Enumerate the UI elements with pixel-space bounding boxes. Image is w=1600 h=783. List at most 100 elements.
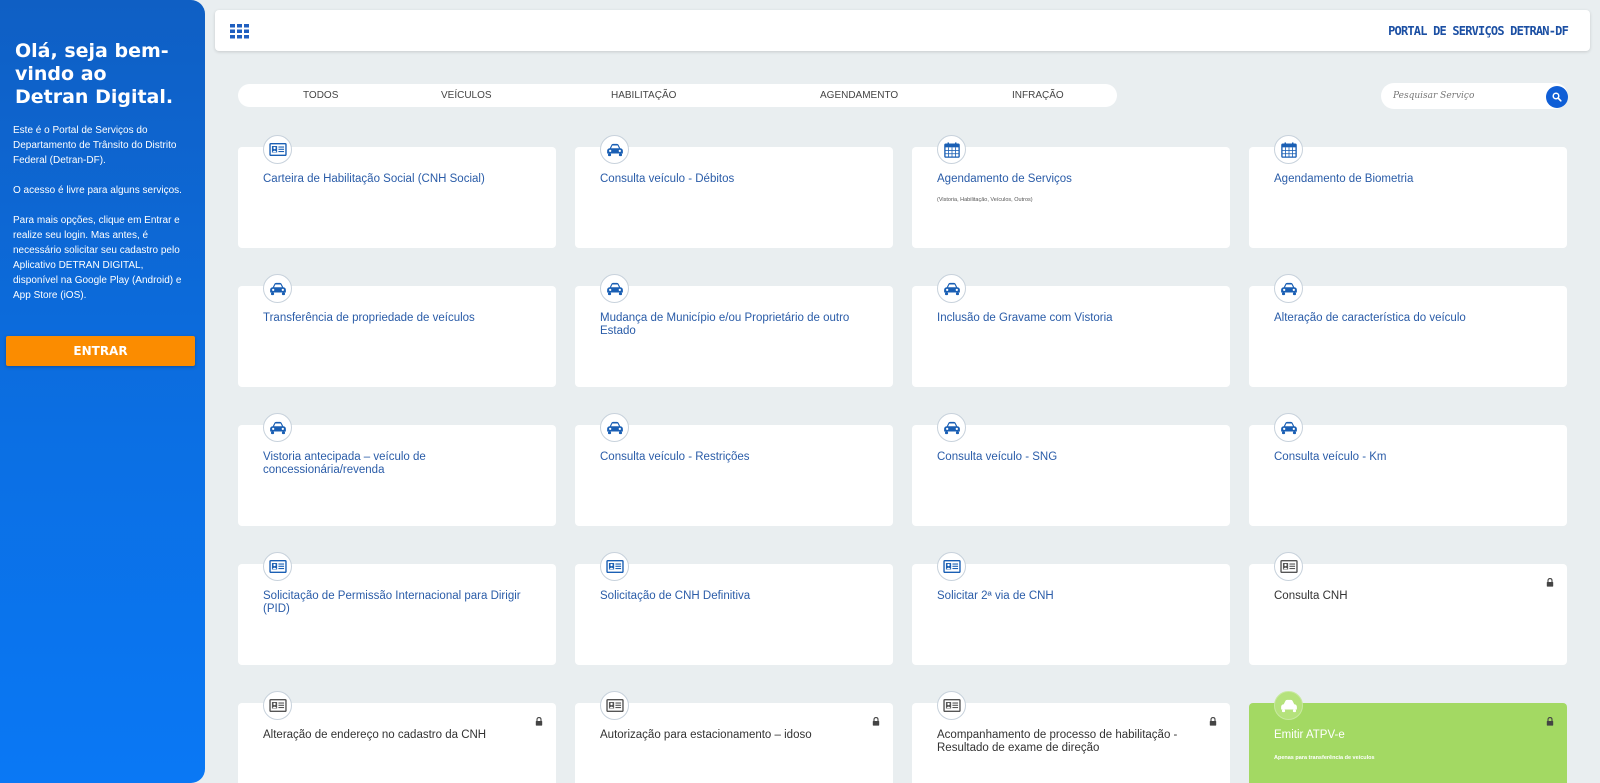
service-title: Agendamento de Serviços — [937, 173, 1072, 185]
tab-infracao[interactable]: INFRAÇÃO — [1012, 90, 1064, 101]
service-title: Emitir ATPV-e — [1274, 729, 1345, 741]
service-icon-badge — [600, 135, 629, 164]
service-card[interactable]: Carteira de Habilitação Social (CNH Soci… — [238, 135, 556, 248]
service-card[interactable]: Agendamento de Biometria — [1249, 135, 1567, 248]
service-card[interactable]: Emitir ATPV-e Apenas para transferência d… — [1249, 691, 1567, 783]
service-title: Consulta veículo - SNG — [937, 451, 1058, 463]
service-title: Inclusão de Gravame com Vistoria — [937, 312, 1113, 324]
sidebar: Olá, seja bem-vindo ao Detran Digital. E… — [0, 0, 205, 783]
service-subtitle: (Vistoria, Habilitação, Veículos, Outros… — [937, 197, 1033, 203]
portal-title: PORTAL DE SERVIÇOS DETRAN-DF — [1388, 24, 1569, 38]
service-title: Autorização para estacionamento – idoso — [600, 729, 812, 741]
search-input[interactable] — [1393, 87, 1533, 105]
service-title: Consulta veículo - Débitos — [600, 173, 735, 185]
car-icon — [606, 282, 624, 296]
service-icon-badge — [263, 552, 292, 581]
tab-veiculos[interactable]: VEÍCULOS — [441, 90, 492, 101]
search-button[interactable] — [1546, 86, 1568, 108]
service-icon-badge — [937, 135, 966, 164]
service-title: Solicitação de CNH Definitiva — [600, 590, 751, 602]
service-card[interactable]: Transferência de propriedade de veículos — [238, 274, 556, 387]
car-icon — [269, 282, 287, 296]
service-title: Solicitar 2ª via de CNH — [937, 590, 1054, 602]
service-title: Solicitação de Permissão Internacional p… — [263, 590, 521, 615]
id-card-icon — [943, 699, 961, 712]
lock-icon — [535, 717, 543, 726]
service-title: Alteração de endereço no cadastro da CNH — [263, 729, 487, 741]
id-card-icon — [269, 560, 287, 573]
service-icon-badge — [263, 274, 292, 303]
service-card[interactable]: Consulta veículo - SNG — [912, 413, 1230, 526]
car-icon — [943, 421, 961, 435]
service-card[interactable]: Consulta veículo - Débitos — [575, 135, 893, 248]
service-icon-badge — [1274, 552, 1303, 581]
service-card[interactable]: Agendamento de Serviços (Vistoria, Habili… — [912, 135, 1230, 248]
tab-todos[interactable]: TODOS — [303, 90, 338, 101]
service-title: Consulta CNH — [1274, 590, 1348, 602]
service-card[interactable]: Solicitação de Permissão Internacional p… — [238, 552, 556, 665]
id-card-icon — [606, 560, 624, 573]
service-card[interactable]: Alteração de característica do veículo — [1249, 274, 1567, 387]
service-card[interactable]: Consulta veículo - Restrições — [575, 413, 893, 526]
lock-icon — [1546, 717, 1554, 726]
car-icon — [1280, 282, 1298, 296]
id-card-icon — [1280, 560, 1298, 573]
service-card[interactable]: Consulta CNH — [1249, 552, 1567, 665]
search-box — [1381, 83, 1568, 109]
tab-agendamento[interactable]: AGENDAMENTO — [820, 90, 898, 101]
service-title: Mudança de Município e/ou Proprietário d… — [600, 312, 850, 337]
service-icon-badge — [600, 274, 629, 303]
car-icon — [1280, 699, 1298, 713]
intro-text: Este é o Portal de Serviços do Departame… — [13, 125, 177, 166]
service-title: Acompanhamento de processo de habilitaçã… — [937, 729, 1178, 754]
service-card[interactable]: Solicitar 2ª via de CNH — [912, 552, 1230, 665]
service-title: Vistoria antecipada – veículo de concess… — [263, 451, 426, 476]
service-icon-badge — [937, 413, 966, 442]
service-title: Transferência de propriedade de veículos — [263, 312, 475, 324]
lock-icon — [872, 717, 880, 726]
service-card[interactable]: Inclusão de Gravame com Vistoria — [912, 274, 1230, 387]
service-card[interactable]: Acompanhamento de processo de habilitaçã… — [912, 691, 1230, 783]
service-card[interactable]: Vistoria antecipada – veículo de concess… — [238, 413, 556, 526]
id-card-icon — [269, 699, 287, 712]
service-card[interactable]: Mudança de Município e/ou Proprietário d… — [575, 274, 893, 387]
car-icon — [606, 421, 624, 435]
service-title: Carteira de Habilitação Social (CNH Soci… — [263, 173, 485, 185]
service-title: Alteração de característica do veículo — [1274, 312, 1466, 324]
category-tabs: TODOS VEÍCULOS HABILITAÇÃO AGENDAMENTO I… — [238, 84, 1117, 107]
service-icon-badge — [937, 691, 966, 720]
welcome-heading: Olá, seja bem-vindo ao Detran Digital. — [15, 40, 174, 108]
login-instructions-text: Para mais opções, clique em Entrar e rea… — [13, 215, 182, 301]
service-icon-badge — [600, 552, 629, 581]
enter-button[interactable]: ENTRAR — [6, 336, 195, 366]
calendar-icon — [944, 142, 960, 158]
service-icon-badge — [1274, 413, 1303, 442]
car-icon — [943, 282, 961, 296]
service-icon-badge — [937, 552, 966, 581]
service-card[interactable]: Consulta veículo - Km — [1249, 413, 1567, 526]
service-title: Agendamento de Biometria — [1274, 173, 1414, 185]
top-bar: PORTAL DE SERVIÇOS DETRAN-DF — [215, 10, 1590, 51]
lock-icon — [1546, 578, 1554, 587]
service-icon-badge — [600, 413, 629, 442]
lock-icon — [1209, 717, 1217, 726]
service-title: Consulta veículo - Km — [1274, 451, 1387, 463]
calendar-icon — [1281, 142, 1297, 158]
tab-habilitacao[interactable]: HABILITAÇÃO — [611, 90, 676, 101]
car-icon — [269, 421, 287, 435]
access-text: O acesso é livre para alguns serviços. — [13, 185, 182, 196]
service-card[interactable]: Autorização para estacionamento – idoso — [575, 691, 893, 783]
id-card-icon — [943, 560, 961, 573]
service-title: Consulta veículo - Restrições — [600, 451, 750, 463]
service-icon-badge — [1274, 274, 1303, 303]
car-icon — [606, 143, 624, 157]
service-icon-badge — [263, 691, 292, 720]
search-icon — [1552, 92, 1562, 102]
service-subtitle: Apenas para transferência de veículos — [1274, 755, 1375, 761]
service-card[interactable]: Alteração de endereço no cadastro da CNH — [238, 691, 556, 783]
service-icon-badge — [600, 691, 629, 720]
service-icon-badge — [1274, 135, 1303, 164]
service-icon-badge — [263, 413, 292, 442]
apps-grid-icon[interactable] — [230, 24, 250, 39]
service-card[interactable]: Solicitação de CNH Definitiva — [575, 552, 893, 665]
